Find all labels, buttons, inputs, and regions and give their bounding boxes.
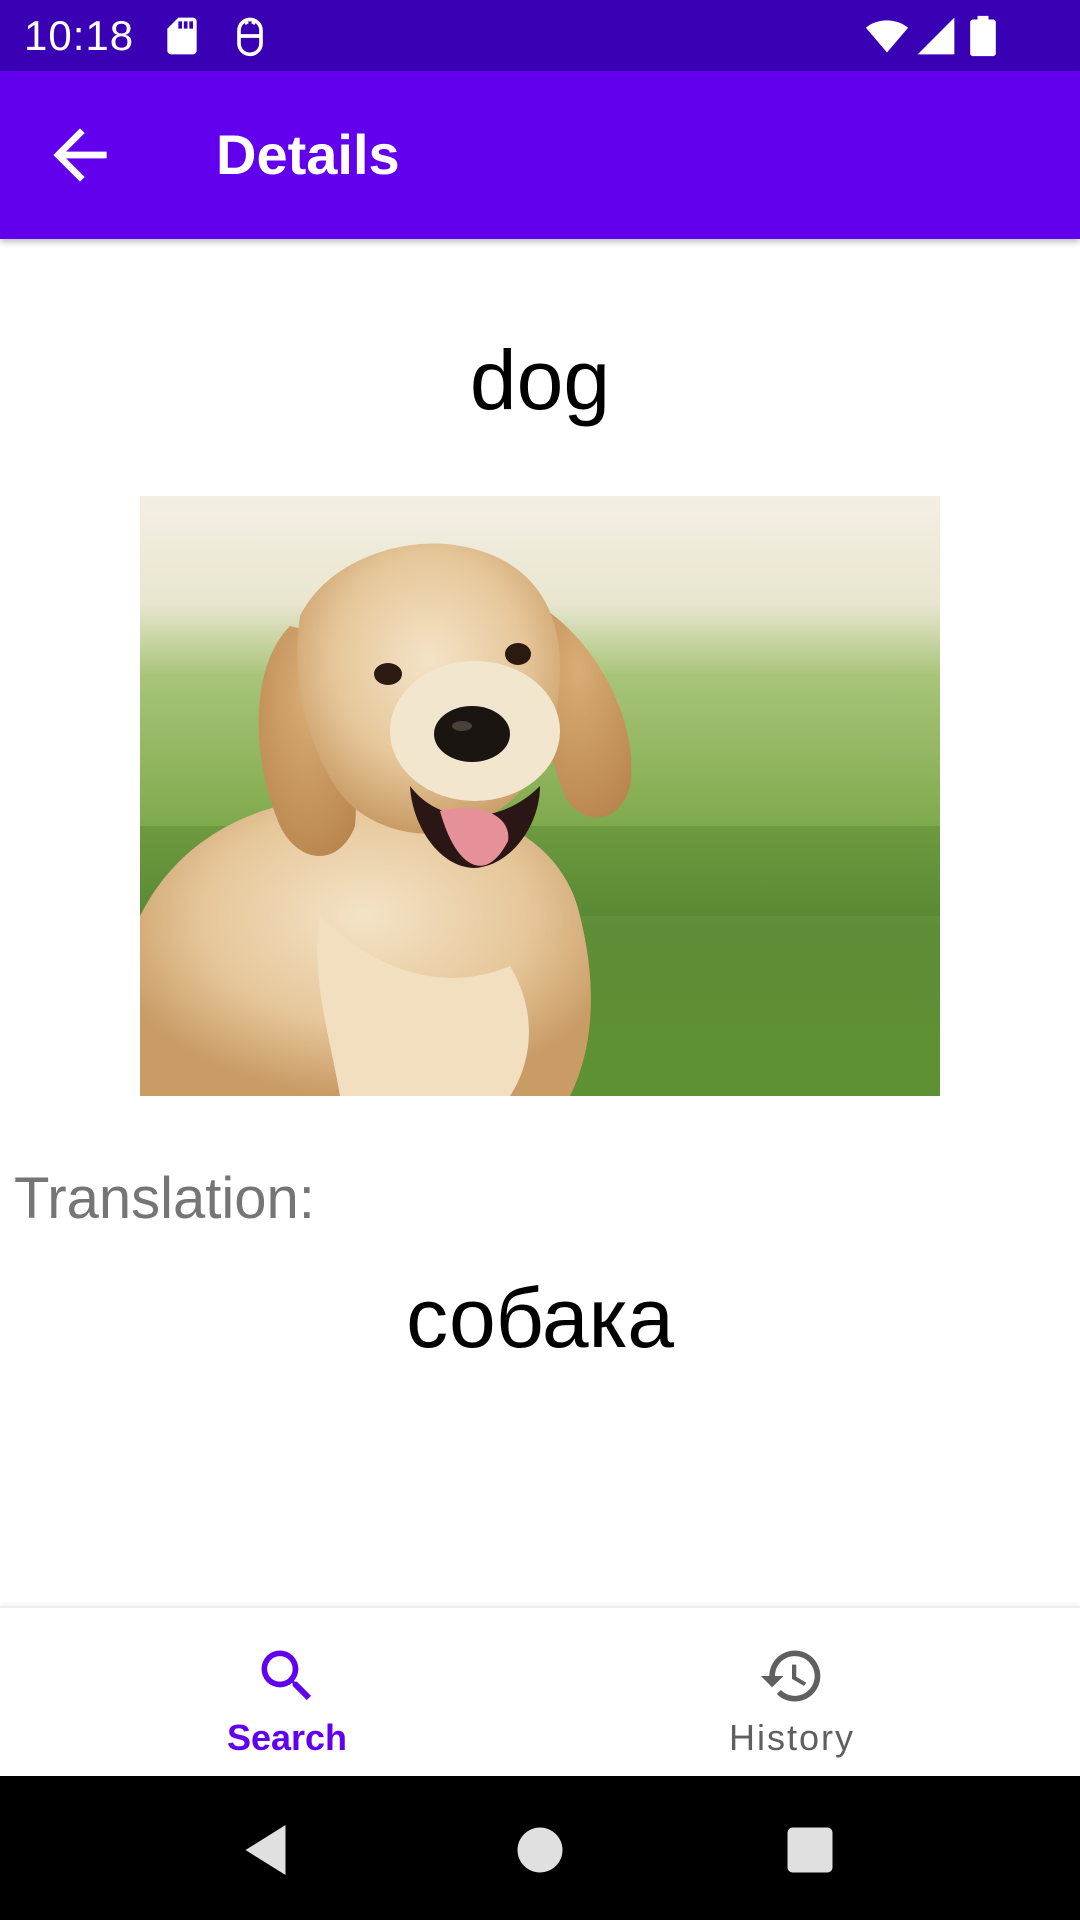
recents-square-icon [780,1820,840,1880]
search-icon [253,1642,321,1710]
status-bar: 10:18 [0,0,1080,71]
wifi-icon [862,14,912,58]
back-triangle-icon [238,1820,298,1880]
system-recents-button[interactable] [780,1820,840,1880]
nav-item-search[interactable]: Search [17,1608,557,1778]
translation-label: Translation: [14,1166,315,1231]
page-title: Details [216,123,400,186]
app-bar: Details [0,71,1080,239]
system-back-button[interactable] [238,1820,298,1880]
status-time: 10:18 [24,12,135,59]
android-debug-icon [228,14,272,58]
nav-item-history[interactable]: History [522,1608,1062,1778]
translation-value: собака [406,1271,674,1365]
back-button[interactable] [40,115,120,195]
bottom-navigation: Search History [0,1606,1080,1778]
history-icon [758,1642,826,1710]
details-screen: 10:18 Details dog Translation: собака Se… [0,0,1080,1920]
word-image [140,496,940,1096]
signal-icon [914,14,958,58]
sd-card-icon [160,14,204,58]
word-heading: dog [469,333,611,427]
arrow-back-icon [40,115,120,195]
system-navigation-bar [0,1776,1080,1920]
nav-label-history: History [728,1717,855,1758]
nav-label-search: Search [226,1717,348,1758]
battery-icon [968,14,998,58]
system-home-button[interactable] [510,1820,570,1880]
home-circle-icon [510,1820,570,1880]
